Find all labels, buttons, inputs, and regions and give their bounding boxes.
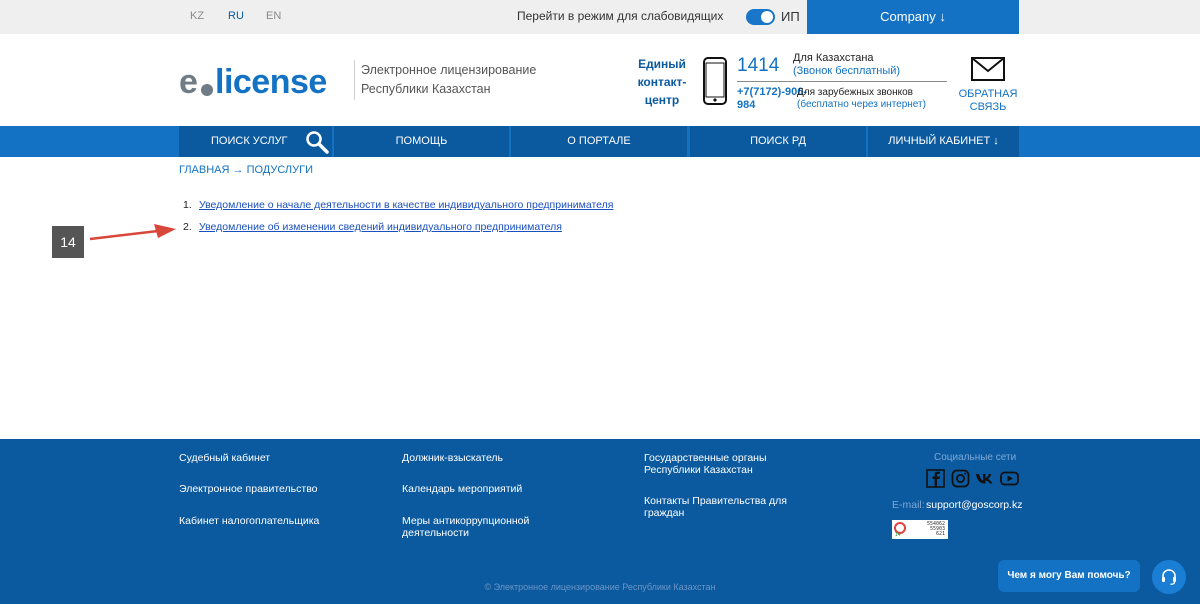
facebook-icon[interactable] [926,469,945,488]
logo-name: license [215,63,327,101]
headset-icon [1162,569,1176,585]
logo-divider [354,60,355,100]
portal-title: Электронное лицензирование Республики Ка… [361,63,537,96]
header-divider [737,81,947,82]
footer-link-anticorruption[interactable]: Меры антикоррупционной деятельности [402,515,552,539]
logo-dot-icon [201,84,213,96]
contact-center-label: Единый контакт-центр [637,57,687,107]
mode-toggle[interactable] [746,9,775,25]
chat-button[interactable] [1152,560,1186,594]
elicense-logo[interactable]: e license [179,64,349,100]
counter-value: 621 [935,531,945,537]
intl-label: Для зарубежных звонков [797,87,913,98]
nav-about[interactable]: О ПОРТАЛЕ [511,126,687,157]
counter-small: 14 [895,532,901,538]
footer-link-court[interactable]: Судебный кабинет [179,452,270,464]
email-link[interactable]: support@goscorp.kz [926,499,1022,511]
kz-label: Для Казахстана [793,52,874,64]
intl-number[interactable]: +7(7172)-906-984 [737,86,807,112]
subservice-link-start[interactable]: Уведомление о начале деятельности в каче… [199,199,613,211]
lang-ru[interactable]: RU [228,10,244,22]
vk-icon[interactable] [975,469,994,488]
subservice-link-change[interactable]: Уведомление об изменении сведений индиви… [199,221,562,233]
footer-link-debtor[interactable]: Должник-взыскатель [402,452,503,464]
breadcrumb[interactable]: ГЛАВНАЯ → ПОДУСЛУГИ [179,164,313,176]
feedback-link[interactable]: ОБРАТНАЯ СВЯЗЬ [952,88,1024,114]
youtube-icon[interactable] [1000,469,1019,488]
footer-link-gov-contacts[interactable]: Контакты Правительства для граждан [644,495,794,519]
list-item-number: 1. [183,199,192,211]
footer-link-gov-bodies[interactable]: Государственные органы Республики Казахс… [644,452,794,476]
instagram-icon[interactable] [951,469,970,488]
footer-link-calendar[interactable]: Календарь мероприятий [402,483,522,495]
lang-en[interactable]: EN [266,10,281,22]
toggle-knob [761,11,773,23]
toggle-label: ИП [781,9,800,24]
footer-link-tax[interactable]: Кабинет налогоплательщика [179,515,319,527]
nav-help[interactable]: ПОМОЩЬ [334,126,509,157]
visit-counter[interactable]: 554062 55903 621 14 [892,520,948,539]
short-number[interactable]: 1414 [737,55,779,77]
nav-personal-cabinet[interactable]: ЛИЧНЫЙ КАБИНЕТ ↓ [868,126,1019,157]
lang-kz[interactable]: KZ [190,10,204,22]
logo-prefix: e [179,63,198,101]
email-label: E-mail: [892,499,925,511]
intl-free-note: (бесплатно через интернет) [797,99,926,110]
footer-link-egov[interactable]: Электронное правительство [179,483,318,495]
nav-search-rd[interactable]: ПОИСК РД [690,126,866,157]
nav-search-services[interactable]: ПОИСК УСЛУГ [179,126,332,157]
company-button[interactable]: Company ↓ [807,0,1019,34]
nav-search-label: ПОИСК УСЛУГ [211,135,288,147]
visually-impaired-link[interactable]: Перейти в режим для слабовидящих [517,9,723,23]
social-title: Социальные сети [934,452,1017,463]
chat-prompt[interactable]: Чем я могу Вам помочь? [998,560,1140,592]
list-item-number: 2. [183,221,192,233]
search-icon [306,131,329,154]
annotation-arrow-icon [89,224,176,241]
annotation-marker: 14 [52,226,84,258]
kz-free-note: (Звонок бесплатный) [793,65,901,77]
mail-icon[interactable] [971,57,1005,81]
phone-icon [703,57,727,105]
